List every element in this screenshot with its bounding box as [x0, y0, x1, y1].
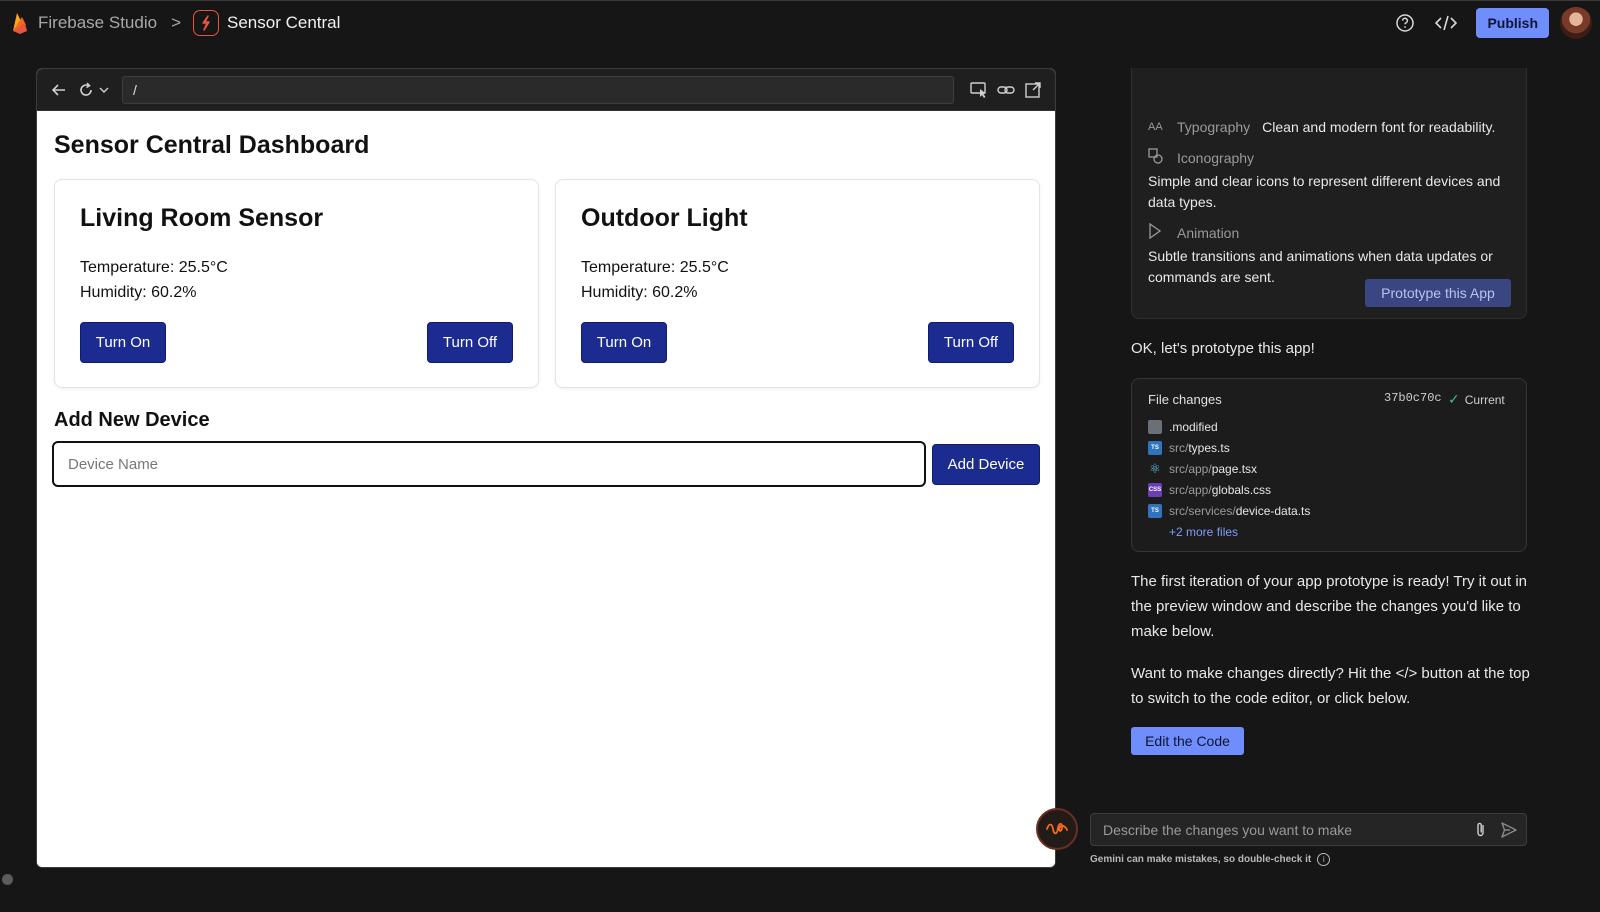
chevron-down-icon[interactable]: [98, 78, 110, 102]
file-name: .modified: [1169, 420, 1218, 434]
play-icon: [1148, 222, 1166, 242]
gemini-icon: [1036, 808, 1078, 850]
file-name: page.tsx: [1211, 462, 1258, 476]
disclaimer: Gemini can make mistakes, so double-chec…: [1090, 853, 1331, 866]
device-card: Outdoor Light Temperature: 25.5°C Humidi…: [555, 179, 1040, 388]
file-path: src/services/: [1169, 504, 1236, 518]
reload-icon[interactable]: [75, 78, 99, 102]
edit-code-button[interactable]: Edit the Code: [1131, 727, 1244, 755]
iconography-label: Iconography: [1177, 149, 1255, 166]
file-icon: [1148, 420, 1162, 434]
select-element-icon[interactable]: [967, 78, 991, 102]
css-icon: CSS: [1148, 483, 1162, 497]
open-external-icon[interactable]: [1021, 78, 1045, 102]
file-path: src/: [1169, 441, 1189, 455]
publish-button[interactable]: Publish: [1476, 8, 1549, 38]
status-dot: [2, 874, 13, 885]
file-name: globals.css: [1211, 483, 1272, 497]
status-badge: ✓ Current: [1448, 391, 1505, 408]
turn-off-button[interactable]: Turn Off: [928, 322, 1014, 363]
animation-label: Animation: [1177, 224, 1240, 241]
humidity-reading: Humidity: 60.2%: [80, 284, 197, 301]
prototype-app-button[interactable]: Prototype this App: [1365, 279, 1511, 307]
file-item[interactable]: TS src/services/ device-data.ts: [1148, 504, 1310, 518]
turn-on-button[interactable]: Turn On: [80, 322, 166, 363]
add-device-button[interactable]: Add Device: [932, 444, 1040, 485]
status-label: Current: [1464, 392, 1505, 407]
file-item[interactable]: .modified: [1148, 420, 1218, 434]
prompt-input[interactable]: [1091, 814, 1461, 845]
file-path: src/app/: [1169, 462, 1212, 476]
brand[interactable]: Firebase Studio: [10, 11, 157, 35]
typography-row: AA Typography Clean and modern font for …: [1148, 119, 1495, 135]
turn-off-button[interactable]: Turn Off: [427, 322, 513, 363]
ts-icon: TS: [1148, 441, 1162, 455]
info-icon[interactable]: i: [1317, 853, 1331, 866]
device-name: Living Room Sensor: [80, 204, 324, 232]
typography-label: Typography: [1177, 119, 1251, 135]
humidity-reading: Humidity: 60.2%: [581, 284, 698, 301]
file-item[interactable]: ⚛ src/app/ page.tsx: [1148, 461, 1258, 476]
device-name: Outdoor Light: [581, 204, 748, 232]
app-page: Sensor Central Dashboard Living Room Sen…: [37, 111, 1055, 867]
preview-window: Sensor Central Dashboard Living Room Sen…: [36, 68, 1056, 868]
breadcrumb-separator: >: [171, 12, 182, 32]
shapes-icon: [1148, 148, 1166, 167]
chat-message: OK, let's prototype this app!: [1131, 340, 1315, 357]
paperclip-icon[interactable]: [1472, 821, 1490, 839]
file-path: src/app/: [1169, 483, 1212, 497]
iconography-value: Simple and clear icons to represent diff…: [1148, 173, 1501, 210]
chat-message: Want to make changes directly? Hit the <…: [1131, 665, 1530, 707]
chat-message: The first iteration of your app prototyp…: [1131, 573, 1528, 640]
device-name-input[interactable]: [52, 441, 926, 487]
more-files-link[interactable]: +2 more files: [1169, 525, 1238, 539]
prompt-box: [1090, 813, 1527, 846]
check-icon: ✓: [1448, 391, 1460, 407]
back-arrow-icon[interactable]: [47, 78, 71, 102]
typography-value: Clean and modern font for readability.: [1262, 119, 1496, 135]
commit-hash: 37b0c70c: [1384, 391, 1442, 405]
avatar[interactable]: [1560, 7, 1592, 39]
file-changes-title: File changes: [1148, 392, 1222, 407]
project-name[interactable]: Sensor Central: [227, 13, 340, 33]
disclaimer-text: Gemini can make mistakes, so double-chec…: [1090, 854, 1312, 865]
add-device-title: Add New Device: [54, 409, 210, 431]
file-name: device-data.ts: [1235, 504, 1311, 518]
firebase-logo-icon: [13, 12, 27, 34]
file-item[interactable]: CSS src/app/ globals.css: [1148, 483, 1271, 497]
file-name: types.ts: [1188, 441, 1230, 455]
style-guide-card: AA Typography Clean and modern font for …: [1131, 68, 1527, 319]
chat-panel: AA Typography Clean and modern font for …: [1088, 44, 1600, 912]
temperature-reading: Temperature: 25.5°C: [80, 259, 228, 276]
file-item[interactable]: TS src/ types.ts: [1148, 441, 1230, 455]
animation-row: Animation: [1148, 222, 1240, 242]
link-icon[interactable]: [994, 78, 1018, 102]
iconography-row: Iconography: [1148, 148, 1254, 167]
browser-toolbar: [37, 69, 1055, 111]
top-bar: Firebase Studio > Sensor Central Publish: [0, 0, 1600, 44]
page-title: Sensor Central Dashboard: [54, 131, 370, 159]
help-icon[interactable]: [1394, 12, 1416, 34]
temperature-reading: Temperature: 25.5°C: [581, 259, 729, 276]
typography-icon: AA: [1148, 121, 1163, 133]
turn-on-button[interactable]: Turn On: [581, 322, 667, 363]
app-name: Firebase Studio: [38, 12, 158, 32]
send-icon[interactable]: [1500, 821, 1518, 839]
react-icon: ⚛: [1149, 461, 1161, 476]
device-card: Living Room Sensor Temperature: 25.5°C H…: [54, 179, 539, 388]
url-input[interactable]: [121, 75, 954, 104]
code-editor-icon[interactable]: [1435, 12, 1458, 34]
project-logo-icon: [193, 9, 220, 36]
file-changes-card: File changes 37b0c70c ✓ Current .modifie…: [1131, 378, 1527, 552]
ts-icon: TS: [1148, 504, 1162, 518]
